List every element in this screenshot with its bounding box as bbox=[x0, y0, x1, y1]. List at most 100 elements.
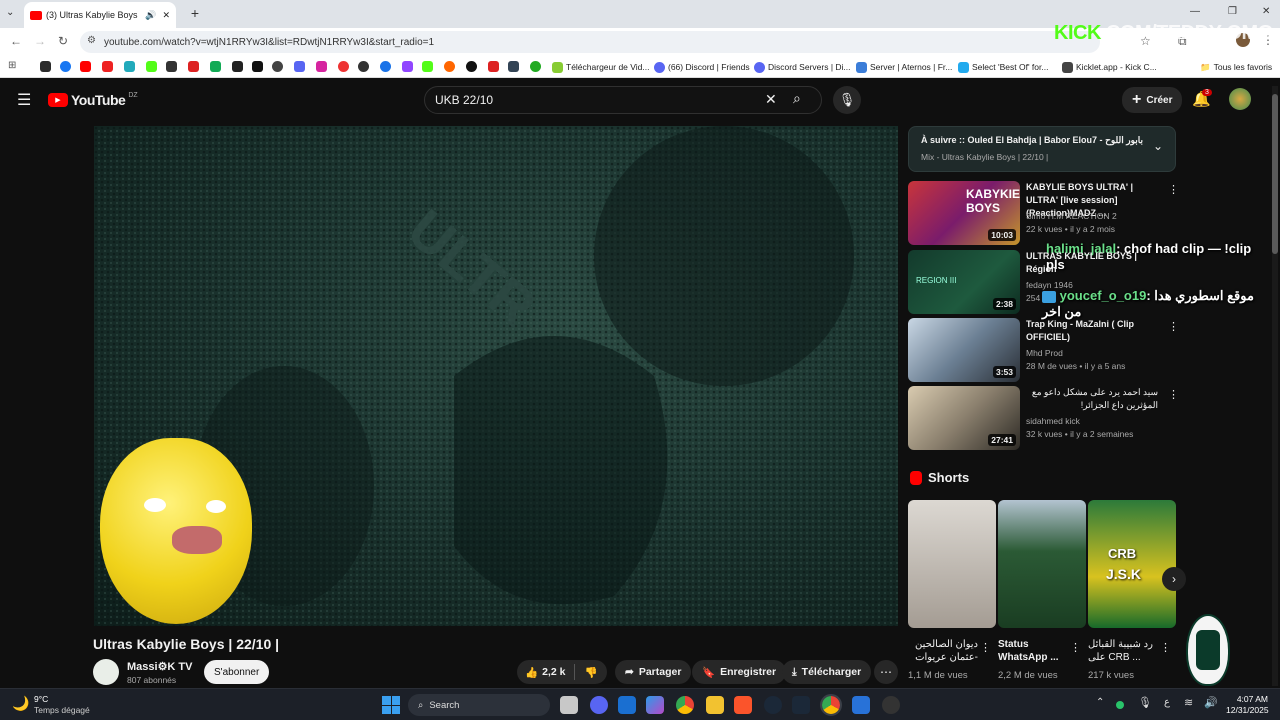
mic-tray-icon[interactable]: 🎙 bbox=[1138, 696, 1152, 709]
close-tab-icon[interactable]: ✕ bbox=[162, 10, 170, 21]
bookmark-icon[interactable] bbox=[188, 61, 199, 72]
bookmark-item[interactable]: Kicklet.app - Kick C... bbox=[1062, 60, 1157, 74]
clear-search-icon[interactable]: ✕ bbox=[765, 91, 777, 108]
back-icon[interactable]: ← bbox=[10, 34, 22, 48]
apps-grid-icon[interactable]: ⊞ bbox=[8, 60, 16, 71]
bookmark-icon[interactable] bbox=[444, 61, 455, 72]
bookmark-icon[interactable] bbox=[210, 61, 221, 72]
bookmark-item[interactable]: Select 'Best Of' for... bbox=[958, 60, 1048, 74]
maximize-icon[interactable]: ❐ bbox=[1228, 6, 1237, 17]
bookmark-icon[interactable] bbox=[232, 61, 243, 72]
kick-bookmark-icon[interactable] bbox=[146, 61, 157, 72]
bookmark-icon[interactable] bbox=[530, 61, 541, 72]
mic-icon[interactable]: 🎙 bbox=[833, 86, 861, 114]
subscribe-button[interactable]: S'abonner bbox=[204, 660, 270, 684]
hamburger-menu-icon[interactable]: ☰ bbox=[17, 90, 31, 110]
kebab-menu-icon[interactable]: ⋮ bbox=[1160, 641, 1171, 654]
wifi-icon[interactable]: ≋ bbox=[1184, 696, 1193, 709]
steam-icon[interactable] bbox=[764, 696, 782, 714]
bookmark-item[interactable]: Discord Servers | Di... bbox=[754, 60, 851, 74]
recommendation-item[interactable]: KABYKIE BOYS 10:03 KABYLIE BOYS ULTRA' | … bbox=[908, 181, 1179, 245]
bookmark-icon[interactable] bbox=[40, 61, 51, 72]
video-thumbnail[interactable]: KABYKIE BOYS 10:03 bbox=[908, 181, 1020, 245]
youtube-bookmark-icon[interactable] bbox=[80, 61, 91, 72]
playlist-panel[interactable]: À suivre :: Ouled El Bahdja | Babor Elou… bbox=[908, 126, 1176, 172]
save-button[interactable]: 🔖 Enregistrer bbox=[692, 660, 787, 684]
tray-chevron-icon[interactable]: ⌃ bbox=[1096, 697, 1104, 708]
video-thumbnail[interactable]: 27:41 bbox=[908, 386, 1020, 450]
recommendation-item[interactable]: 27:41 سيد احمد يرد على مشكل داعو مع المؤ… bbox=[908, 386, 1179, 450]
channel-name[interactable]: Massi⚙K TV bbox=[127, 660, 193, 673]
channel-avatar[interactable] bbox=[93, 659, 119, 685]
bookmark-icon[interactable] bbox=[166, 61, 177, 72]
weather-widget[interactable]: 9°C Temps dégagé bbox=[34, 694, 90, 716]
video-thumbnail[interactable]: 3:53 bbox=[908, 318, 1020, 382]
short-thumbnail[interactable] bbox=[908, 500, 996, 628]
new-tab-button[interactable]: + bbox=[186, 4, 204, 22]
bookmark-icon[interactable] bbox=[358, 61, 369, 72]
forward-icon[interactable]: → bbox=[34, 34, 46, 48]
video-thumbnail[interactable]: REGION III 2:38 bbox=[908, 250, 1020, 314]
obs-icon[interactable] bbox=[882, 696, 900, 714]
recommendation-item[interactable]: REGION III 2:38 ULTRAS KABYLIE BOYS | Ré… bbox=[908, 250, 1178, 314]
browser-tab[interactable]: (3) Ultras Kabylie Boys | 22/ 🔊 ✕ bbox=[24, 2, 176, 28]
brave-icon[interactable] bbox=[734, 696, 752, 714]
more-actions-icon[interactable]: ⋯ bbox=[874, 660, 898, 684]
download-button[interactable]: ⤓ Télécharger bbox=[782, 660, 872, 684]
kebab-menu-icon[interactable]: ⋮ bbox=[1070, 641, 1081, 654]
bookmark-icon[interactable] bbox=[102, 61, 113, 72]
facebook-icon[interactable] bbox=[60, 61, 71, 72]
short-thumbnail[interactable]: CRB J.S.K bbox=[1088, 500, 1176, 628]
task-view-icon[interactable] bbox=[560, 696, 578, 714]
site-info-icon[interactable]: ⚙ bbox=[87, 35, 96, 46]
shorts-next-button[interactable]: › bbox=[1162, 567, 1186, 591]
address-bar[interactable]: ⚙ youtube.com/watch?v=wtjN1RRYw3I&list=R… bbox=[80, 31, 1100, 53]
instagram-icon[interactable] bbox=[316, 61, 327, 72]
bookmark-item[interactable]: (66) Discord | Friends bbox=[654, 60, 750, 74]
steam-icon[interactable] bbox=[792, 696, 810, 714]
bookmark-icon[interactable] bbox=[338, 61, 349, 72]
file-explorer-icon[interactable] bbox=[706, 696, 724, 714]
bookmark-icon[interactable] bbox=[508, 61, 519, 72]
like-button[interactable]: 👍 2,2 k bbox=[525, 666, 565, 679]
discord-taskbar-icon[interactable] bbox=[590, 696, 608, 714]
taskbar-search[interactable]: ⌕ Search bbox=[408, 694, 550, 716]
kebab-menu-icon[interactable]: ⋮ bbox=[980, 641, 991, 654]
search-icon[interactable]: ⌕ bbox=[793, 90, 801, 107]
bookmark-icon[interactable] bbox=[488, 61, 499, 72]
language-indicator[interactable]: ع bbox=[1164, 697, 1170, 708]
reload-icon[interactable]: ↻ bbox=[58, 34, 68, 48]
bookmark-icon[interactable] bbox=[294, 61, 305, 72]
twitch-icon[interactable] bbox=[402, 61, 413, 72]
share-button[interactable]: ➦ Partager bbox=[615, 660, 692, 684]
bookmark-icon[interactable] bbox=[466, 61, 477, 72]
search-input[interactable]: UKB 22/10 ✕ ⌕ bbox=[424, 86, 822, 114]
volume-icon[interactable]: 🔊 bbox=[1204, 696, 1218, 709]
minimize-icon[interactable]: — bbox=[1190, 6, 1200, 17]
scrollbar-thumb[interactable] bbox=[1272, 94, 1278, 254]
create-button[interactable]: + Créer bbox=[1122, 87, 1183, 113]
tiktok-icon[interactable] bbox=[252, 61, 263, 72]
moon-weather-icon[interactable]: 🌙 bbox=[12, 695, 29, 712]
bookmark-item[interactable]: Server | Aternos | Fr... bbox=[856, 60, 952, 74]
bookmark-icon[interactable] bbox=[124, 61, 135, 72]
close-window-icon[interactable]: ✕ bbox=[1262, 6, 1270, 17]
tab-search-chevron-icon[interactable]: ⌄ bbox=[6, 7, 14, 18]
outlook-icon[interactable] bbox=[618, 696, 636, 714]
kebab-menu-icon[interactable]: ⋮ bbox=[1168, 388, 1179, 401]
kick-bookmark-icon[interactable] bbox=[422, 61, 433, 72]
bookmark-item[interactable]: Téléchargeur de Vid... bbox=[552, 60, 649, 74]
app-icon[interactable] bbox=[852, 696, 870, 714]
youtube-logo[interactable]: ▶ YouTube DZ bbox=[48, 92, 138, 108]
tray-status-icon[interactable] bbox=[1116, 701, 1124, 709]
copilot-icon[interactable] bbox=[646, 696, 664, 714]
kebab-menu-icon[interactable]: ⋮ bbox=[1168, 320, 1179, 333]
kebab-menu-icon[interactable]: ⋮ bbox=[1168, 183, 1179, 196]
all-bookmarks[interactable]: 📁 Tous les favoris bbox=[1200, 60, 1272, 74]
chevron-down-icon[interactable]: ⌄ bbox=[1153, 139, 1163, 153]
short-thumbnail[interactable] bbox=[998, 500, 1086, 628]
chrome-active-icon[interactable] bbox=[820, 694, 842, 716]
bookmark-icon[interactable] bbox=[380, 61, 391, 72]
windows-start-icon[interactable] bbox=[382, 696, 400, 714]
clock[interactable]: 4:07 AM 12/31/2025 bbox=[1226, 694, 1269, 716]
